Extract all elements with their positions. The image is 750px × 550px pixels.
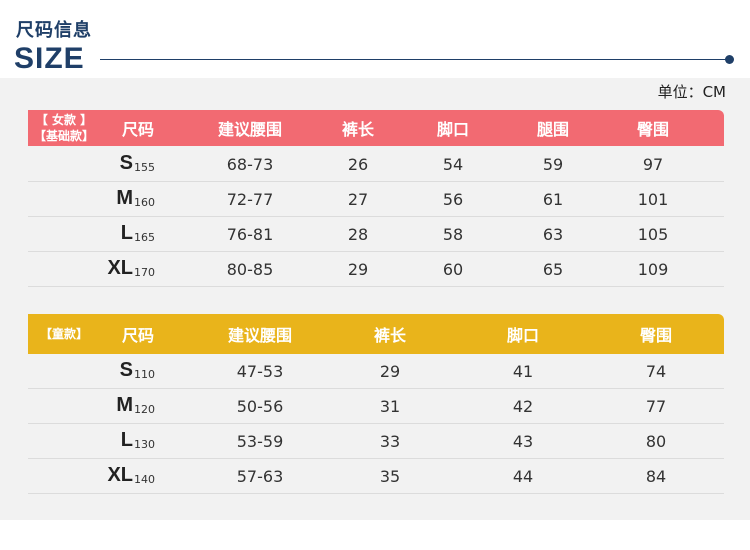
women-col-size: 尺码 xyxy=(121,120,154,139)
table-row: S 110 47-53 29 41 74 xyxy=(28,354,724,389)
women-table-header: 【 女款 】 【基础款】 尺码 建议腰围 裤长 脚口 腿围 臀围 xyxy=(28,110,724,146)
unit-label: 单位：CM xyxy=(657,83,726,101)
table-row: S 155 68-73 26 54 59 97 xyxy=(28,147,724,182)
waist-value: 50-56 xyxy=(236,396,284,416)
size-letter: XL xyxy=(107,464,133,486)
kids-col-waist: 建议腰围 xyxy=(227,326,292,345)
size-label: S 110 xyxy=(28,354,155,388)
page-header: 尺码信息 SIZE xyxy=(0,0,750,78)
size-label: XL 170 xyxy=(28,252,155,286)
waist-value: 57-63 xyxy=(236,466,284,486)
waist-value: 47-53 xyxy=(236,361,284,381)
title-chinese: 尺码信息 xyxy=(16,20,92,41)
hem-value: 41 xyxy=(512,361,534,381)
length-value: 27 xyxy=(347,189,369,209)
size-label: L 130 xyxy=(28,424,155,458)
length-value: 28 xyxy=(347,224,369,244)
kids-tag: 【童款】 xyxy=(28,314,100,354)
size-letter: XL xyxy=(107,257,133,279)
hip-value: 101 xyxy=(637,189,669,209)
table-row: L 165 76-81 28 58 63 105 xyxy=(28,217,724,252)
title-divider xyxy=(100,59,728,60)
length-value: 33 xyxy=(379,431,401,451)
hem-value: 42 xyxy=(512,396,534,416)
size-height: 130 xyxy=(134,438,155,451)
size-letter: L xyxy=(120,222,133,244)
size-height: 110 xyxy=(134,368,155,381)
size-label: L 165 xyxy=(28,217,155,251)
waist-value: 53-59 xyxy=(236,431,284,451)
size-letter: S xyxy=(119,359,133,381)
women-tag: 【 女款 】 【基础款】 xyxy=(28,110,100,146)
hem-value: 56 xyxy=(442,189,464,209)
hip-value: 77 xyxy=(645,396,667,416)
hip-value: 84 xyxy=(645,466,667,486)
size-height: 155 xyxy=(134,161,155,174)
thigh-value: 63 xyxy=(542,224,564,244)
length-value: 35 xyxy=(379,466,401,486)
size-letter: M xyxy=(116,394,133,416)
hem-value: 54 xyxy=(442,154,464,174)
hip-value: 80 xyxy=(645,431,667,451)
kids-table-header: 【童款】 尺码 建议腰围 裤长 脚口 臀围 xyxy=(28,314,724,354)
length-value: 31 xyxy=(379,396,401,416)
kids-col-length: 裤长 xyxy=(373,326,406,345)
waist-value: 72-77 xyxy=(226,189,274,209)
hip-value: 97 xyxy=(642,154,664,174)
women-col-hip: 臀围 xyxy=(636,120,669,139)
title-dot xyxy=(725,55,734,64)
women-col-waist: 建议腰围 xyxy=(217,120,282,139)
table-row: M 160 72-77 27 56 61 101 xyxy=(28,182,724,217)
hem-value: 44 xyxy=(512,466,534,486)
hem-value: 43 xyxy=(512,431,534,451)
length-value: 26 xyxy=(347,154,369,174)
hip-value: 105 xyxy=(637,224,669,244)
size-height: 165 xyxy=(134,231,155,244)
table-row: XL 140 57-63 35 44 84 xyxy=(28,459,724,494)
size-label: M 160 xyxy=(28,182,155,216)
size-height: 120 xyxy=(134,403,155,416)
kids-col-hem: 脚口 xyxy=(506,326,539,345)
size-label: M 120 xyxy=(28,389,155,423)
women-col-length: 裤长 xyxy=(341,120,374,139)
thigh-value: 59 xyxy=(542,154,564,174)
size-height: 140 xyxy=(134,473,155,486)
hip-value: 109 xyxy=(637,259,669,279)
women-tag-line2: 【基础款】 xyxy=(33,129,94,143)
size-height: 160 xyxy=(134,196,155,209)
kids-col-size: 尺码 xyxy=(121,326,154,345)
waist-value: 68-73 xyxy=(226,154,274,174)
hip-value: 74 xyxy=(645,361,667,381)
size-label: XL 140 xyxy=(28,459,155,493)
length-value: 29 xyxy=(379,361,401,381)
waist-value: 80-85 xyxy=(226,259,274,279)
table-row: XL 170 80-85 29 60 65 109 xyxy=(28,252,724,287)
hem-value: 60 xyxy=(442,259,464,279)
women-col-thigh: 腿围 xyxy=(536,120,569,139)
title-english: SIZE xyxy=(14,42,85,75)
size-height: 170 xyxy=(134,266,155,279)
women-col-hem: 脚口 xyxy=(436,120,469,139)
kids-tag-label: 【童款】 xyxy=(39,327,88,341)
women-tag-line1: 【 女款 】 xyxy=(35,113,93,127)
thigh-value: 61 xyxy=(542,189,564,209)
kids-col-hip: 臀围 xyxy=(639,326,672,345)
thigh-value: 65 xyxy=(542,259,564,279)
length-value: 29 xyxy=(347,259,369,279)
size-letter: S xyxy=(119,152,133,174)
size-letter: L xyxy=(120,429,133,451)
hem-value: 58 xyxy=(442,224,464,244)
table-row: L 130 53-59 33 43 80 xyxy=(28,424,724,459)
waist-value: 76-81 xyxy=(226,224,274,244)
table-row: M 120 50-56 31 42 77 xyxy=(28,389,724,424)
size-label: S 155 xyxy=(28,147,155,181)
size-letter: M xyxy=(116,187,133,209)
